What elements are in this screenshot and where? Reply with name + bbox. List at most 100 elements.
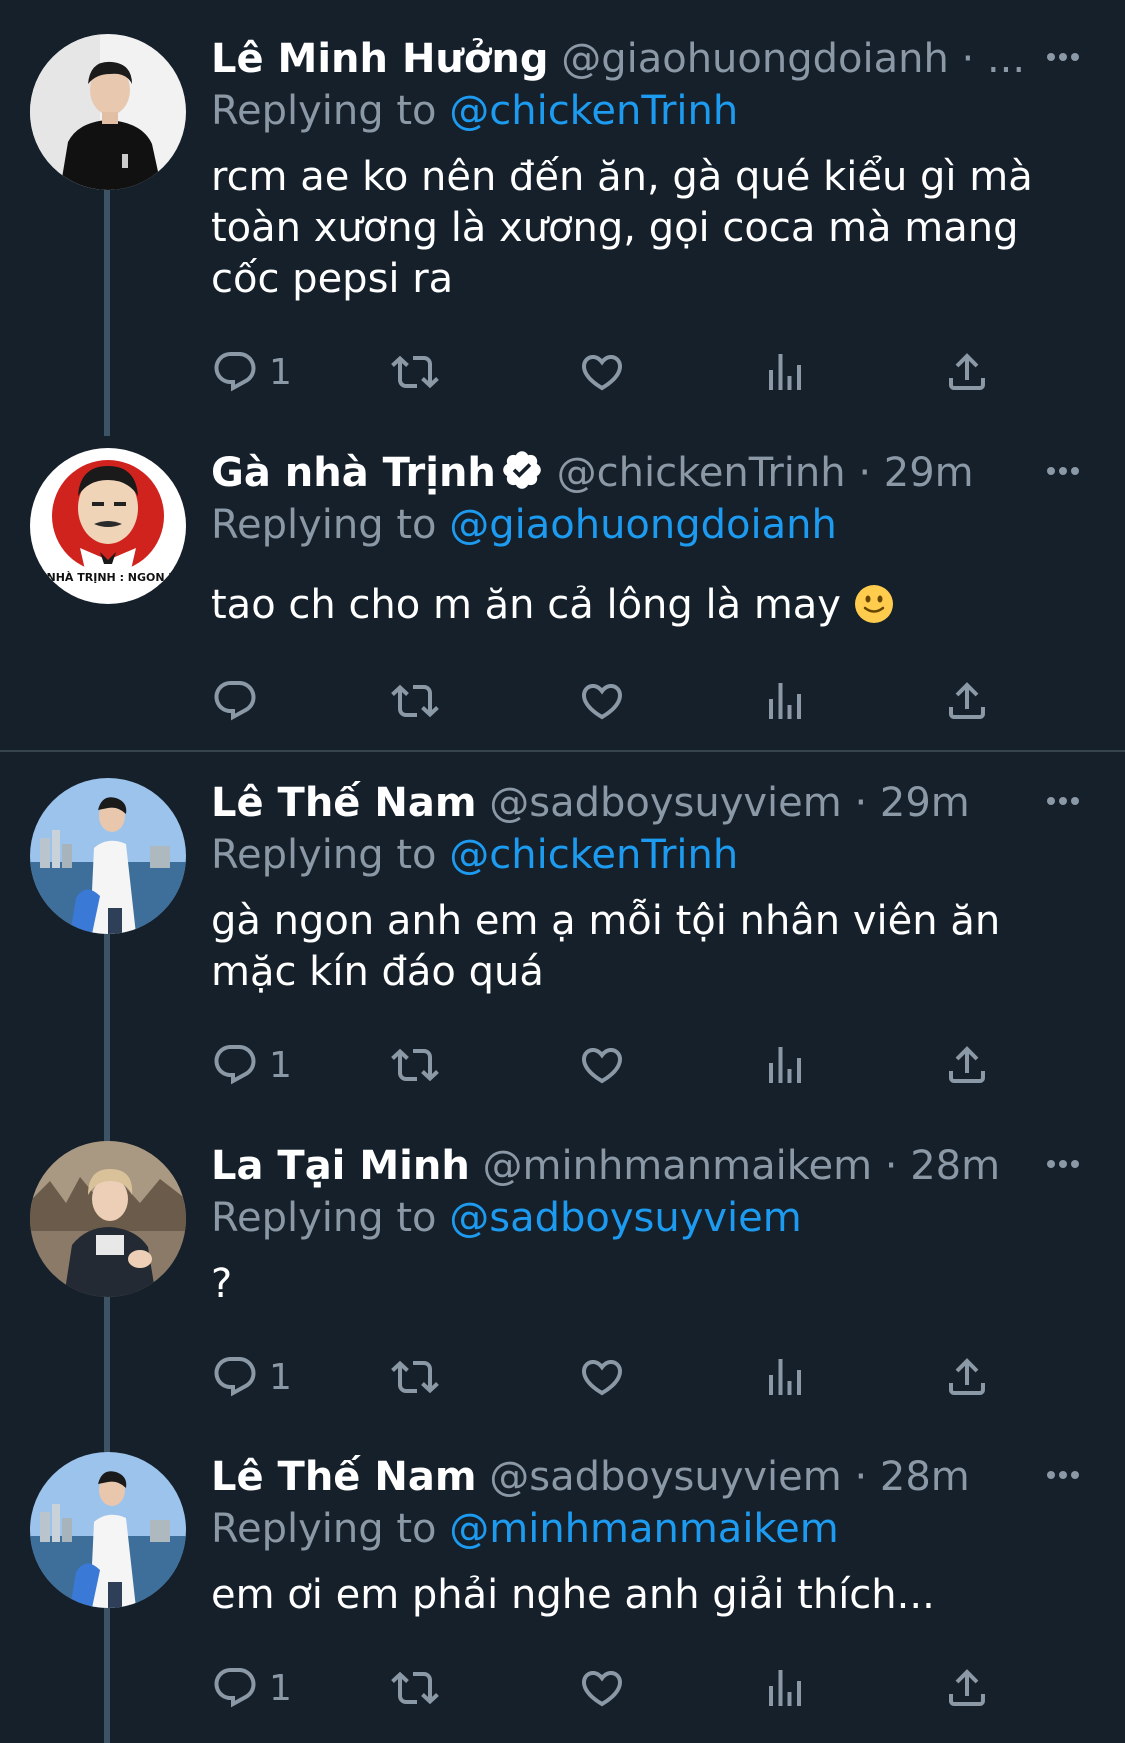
share-icon [943, 1041, 991, 1089]
user-handle[interactable]: @sadboysuyviem [489, 780, 842, 826]
like-button[interactable] [578, 1663, 626, 1713]
person-outdoor-avatar [30, 1141, 186, 1297]
chicken-logo-avatar: GÀ NHÀ TRỊNH : NGON 7 M [30, 448, 186, 604]
user-handle[interactable]: @chickenTrinh [557, 450, 846, 496]
timestamp[interactable]: 29m [884, 450, 974, 496]
reply-icon [211, 1041, 259, 1089]
retweet-button[interactable] [391, 1352, 439, 1402]
views-icon [761, 1353, 809, 1401]
views-button[interactable] [761, 1663, 809, 1713]
tweet-text: em ơi em phải nghe anh giải thích... [211, 1572, 935, 1618]
views-button[interactable] [761, 1352, 809, 1402]
more-options-icon[interactable] [1043, 42, 1083, 72]
views-button[interactable] [761, 676, 809, 726]
person-seaside-avatar [30, 1452, 186, 1608]
share-icon [943, 1353, 991, 1401]
display-name[interactable]: Lê Thế Nam [211, 780, 477, 826]
reply-icon [211, 1353, 259, 1401]
timestamp[interactable]: 28m [910, 1143, 1000, 1189]
timestamp[interactable]: ... [987, 36, 1025, 82]
views-button[interactable] [761, 347, 809, 397]
retweet-icon [391, 1664, 439, 1712]
like-button[interactable] [578, 1040, 626, 1090]
reply-button[interactable]: 1 [211, 1040, 292, 1090]
tweet-text: gà ngon anh em ạ mỗi tội nhân viên ăn mặ… [211, 898, 1001, 995]
avatar[interactable]: GÀ NHÀ TRỊNH : NGON 7 M [30, 448, 186, 604]
separator-dot: · [961, 36, 975, 82]
avatar[interactable] [30, 778, 186, 934]
replying-prefix: Replying to [211, 1195, 437, 1241]
user-handle[interactable]: @giaohuongdoianh [561, 36, 949, 82]
display-name[interactable]: La Tại Minh [211, 1143, 470, 1189]
separator-dot: · [854, 1454, 868, 1500]
like-button[interactable] [578, 1352, 626, 1402]
retweet-button[interactable] [391, 1663, 439, 1713]
reply-count: 1 [269, 1356, 292, 1398]
like-button[interactable] [578, 676, 626, 726]
thread-divider [0, 750, 1125, 752]
avatar-logo-text: GÀ NHÀ TRỊNH : NGON 7 M [30, 571, 186, 584]
reply-icon [211, 348, 259, 396]
display-name[interactable]: Lê Minh Hưởng [211, 36, 548, 82]
tweet-actions: 1 [211, 347, 1011, 397]
display-name[interactable]: Gà nhà Trịnh [211, 450, 496, 496]
replying-prefix: Replying to [211, 832, 437, 878]
like-button[interactable] [578, 347, 626, 397]
reply-button[interactable]: 1 [211, 1663, 292, 1713]
reply-button[interactable]: 1 [211, 347, 292, 397]
slightly-smiling-face-icon [854, 585, 893, 623]
retweet-button[interactable] [391, 1040, 439, 1090]
share-button[interactable] [943, 1352, 991, 1402]
more-options-icon[interactable] [1043, 456, 1083, 486]
timestamp[interactable]: 29m [880, 780, 970, 826]
views-icon [761, 1664, 809, 1712]
more-options-icon[interactable] [1043, 786, 1083, 816]
like-icon [578, 1664, 626, 1712]
replying-to-mention[interactable]: @chickenTrinh [449, 832, 738, 878]
share-button[interactable] [943, 1663, 991, 1713]
avatar[interactable] [30, 1141, 186, 1297]
user-handle[interactable]: @sadboysuyviem [489, 1454, 842, 1500]
reply-icon [211, 677, 259, 725]
avatar[interactable] [30, 34, 186, 190]
reply-button[interactable]: 1 [211, 1352, 292, 1402]
replying-to-mention[interactable]: @chickenTrinh [449, 88, 738, 134]
share-button[interactable] [943, 1040, 991, 1090]
retweet-icon [391, 677, 439, 725]
replying-to-mention[interactable]: @minhmanmaikem [449, 1506, 839, 1552]
avatar[interactable] [30, 1452, 186, 1608]
retweet-button[interactable] [391, 347, 439, 397]
replying-to-mention[interactable]: @giaohuongdoianh [449, 502, 837, 548]
share-icon [943, 1664, 991, 1712]
retweet-icon [391, 1041, 439, 1089]
thread-line [104, 1293, 110, 1455]
like-icon [578, 1353, 626, 1401]
share-button[interactable] [943, 347, 991, 397]
separator-dot: · [854, 780, 868, 826]
tweet-text: rcm ae ko nên đến ăn, gà qué kiểu gì mà … [211, 154, 1033, 302]
more-options-icon[interactable] [1043, 1460, 1083, 1490]
tweet-actions: 1 [211, 1352, 1011, 1402]
tweet-actions: 1 [211, 1040, 1011, 1090]
replying-to-mention[interactable]: @sadboysuyviem [449, 1195, 802, 1241]
retweet-button[interactable] [391, 676, 439, 726]
timestamp[interactable]: 28m [880, 1454, 970, 1500]
more-options-icon[interactable] [1043, 1149, 1083, 1179]
reply-button[interactable] [211, 676, 269, 726]
like-icon [578, 348, 626, 396]
display-name[interactable]: Lê Thế Nam [211, 1454, 477, 1500]
tweet-text: ? [211, 1261, 233, 1307]
thread-line [104, 1604, 110, 1743]
tweet-actions: 1 [211, 1663, 1011, 1713]
verified-badge-icon [503, 451, 541, 489]
user-handle[interactable]: @minhmanmaikem [483, 1143, 873, 1189]
share-icon [943, 348, 991, 396]
views-icon [761, 1041, 809, 1089]
share-button[interactable] [943, 676, 991, 726]
reply-count: 1 [269, 1667, 292, 1709]
reply-icon [211, 1664, 259, 1712]
views-button[interactable] [761, 1040, 809, 1090]
separator-dot: · [858, 450, 872, 496]
tweet-actions [211, 676, 1011, 726]
like-icon [578, 1041, 626, 1089]
